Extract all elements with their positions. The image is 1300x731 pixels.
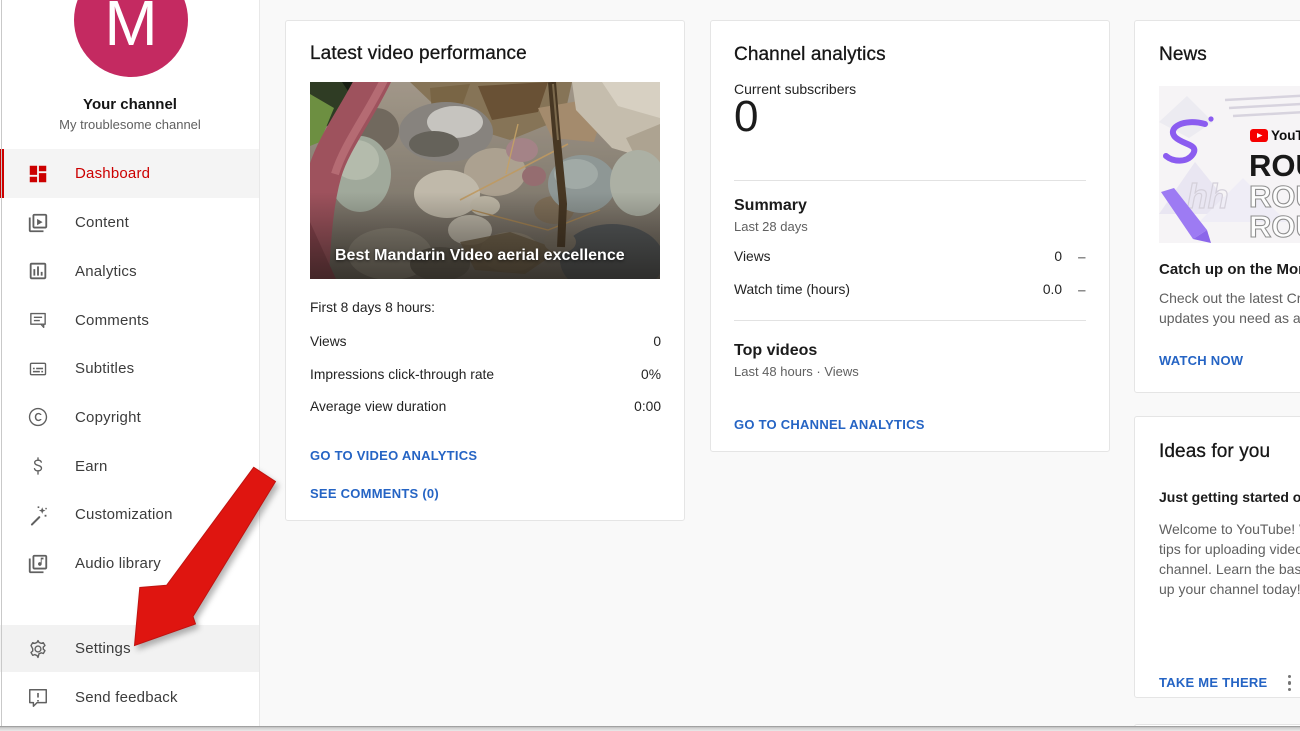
svg-text:ROUNDUP: ROUNDUP (1249, 209, 1300, 243)
svg-text:YouTube: YouTube (1271, 128, 1300, 143)
svg-text:ROUNDUP: ROUNDUP (1249, 148, 1300, 183)
svg-text:hh: hh (1187, 178, 1229, 216)
